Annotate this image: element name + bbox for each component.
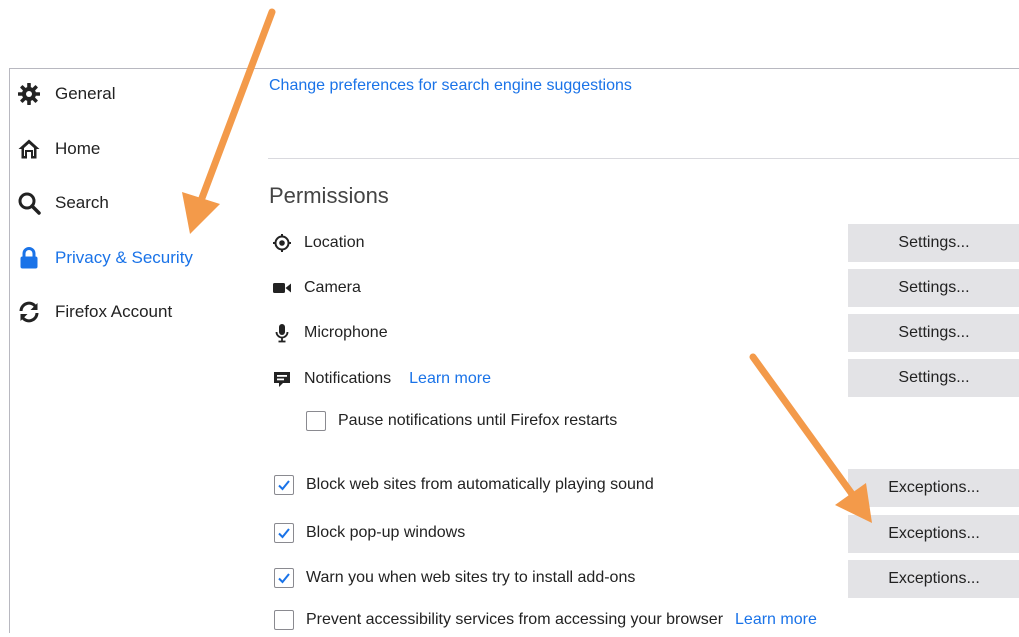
checkbox-label: Warn you when web sites try to install a… [306,569,636,586]
checkbox-label: Block pop-up windows [306,524,466,541]
camera-settings-button[interactable]: Settings... [848,269,1019,307]
divider [268,158,1019,159]
preferences-content: Change preferences for search engine sug… [10,69,1019,633]
permission-label: Microphone [304,324,388,341]
checkbox-label: Block web sites from automatically playi… [306,476,654,493]
checkmark-icon [278,528,290,539]
camera-icon [273,283,291,293]
checkbox-label: Pause notifications until Firefox restar… [338,412,618,429]
permission-row-camera: Camera [272,268,361,308]
warn-addons-checkbox[interactable] [274,568,294,588]
prevent-accessibility-checkbox[interactable] [274,610,294,630]
checkmark-icon [278,573,290,584]
location-settings-button[interactable]: Settings... [848,224,1019,262]
permissions-title: Permissions [269,183,389,208]
block-autoplay-sound-row: Block web sites from automatically playi… [274,468,654,502]
autoplay-exceptions-button[interactable]: Exceptions... [848,469,1019,507]
permission-row-notifications: Notifications Learn more [272,359,491,399]
checkbox-label: Prevent accessibility services from acce… [306,611,724,628]
microphone-settings-button[interactable]: Settings... [848,314,1019,352]
permission-row-location: Location [272,223,365,263]
permission-label: Location [304,234,365,251]
notifications-settings-button[interactable]: Settings... [848,359,1019,397]
pause-notifications-row: Pause notifications until Firefox restar… [306,404,617,438]
block-popups-row: Block pop-up windows [274,516,465,550]
permission-label: Camera [304,279,361,296]
prevent-accessibility-row: Prevent accessibility services from acce… [274,603,817,637]
permission-label: Notifications [304,370,392,387]
pause-notifications-checkbox[interactable] [306,411,326,431]
warn-addons-row: Warn you when web sites try to install a… [274,561,635,595]
preferences-window: General Home Search Privacy & Security F… [9,68,1019,633]
notifications-learn-more-link[interactable]: Learn more [409,370,491,388]
search-suggestions-link[interactable]: Change preferences for search engine sug… [269,77,632,95]
notifications-icon [274,372,290,387]
block-autoplay-sound-checkbox[interactable] [274,475,294,495]
microphone-icon [275,324,289,343]
block-popups-checkbox[interactable] [274,523,294,543]
permission-row-microphone: Microphone [272,313,388,353]
checkmark-icon [278,480,290,491]
popups-exceptions-button[interactable]: Exceptions... [848,515,1019,553]
accessibility-learn-more-link[interactable]: Learn more [735,611,817,629]
addons-exceptions-button[interactable]: Exceptions... [848,560,1019,598]
location-icon [273,234,291,252]
